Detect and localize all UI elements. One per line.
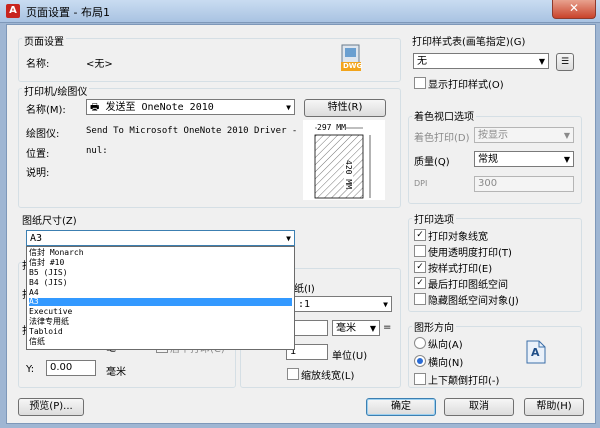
chevron-down-icon: ▼ xyxy=(383,300,388,309)
ok-button[interactable]: 确定 xyxy=(366,398,436,416)
autocad-app-icon: A xyxy=(6,4,20,18)
plot-transparency-label: 使用透明度打印(T) xyxy=(428,248,512,259)
where-label: 位置: xyxy=(26,149,50,160)
offset-y-input[interactable]: 0.00 xyxy=(46,360,96,376)
plot-transparency-checkbox[interactable] xyxy=(414,245,426,257)
dwg-icon-text: DWG xyxy=(343,62,363,70)
help-button[interactable]: 帮助(H) xyxy=(524,398,584,416)
plot-lineweights-checkbox[interactable]: ✓ xyxy=(414,229,426,241)
plot-style-value: 无 xyxy=(417,56,427,67)
preview-button[interactable]: 预览(P)... xyxy=(18,398,84,416)
paper-size-title: 图纸尺寸(Z) xyxy=(22,216,77,227)
dwg-file-icon: DWG xyxy=(340,44,362,72)
list-item[interactable]: B4 (JIS) xyxy=(29,279,292,287)
scale-lineweights-checkbox[interactable] xyxy=(287,368,299,380)
paper-preview: 297 MM 420 MM xyxy=(303,120,385,200)
scale-units-label: 单位(U) xyxy=(332,351,368,362)
portrait-label: 纵向(A) xyxy=(428,340,463,351)
list-item[interactable]: 法律专用纸 xyxy=(29,318,292,326)
plot-style-title: 打印样式表(画笔指定)(G) xyxy=(412,37,526,48)
list-item[interactable]: A4 xyxy=(29,289,292,297)
plot-with-styles-checkbox[interactable]: ✓ xyxy=(414,261,426,273)
display-plot-styles-label: 显示打印样式(O) xyxy=(428,80,504,91)
properties-button[interactable]: 特性(R) xyxy=(304,99,386,117)
printer-name-select[interactable]: 🖶 发送至 OneNote 2010 ▼ xyxy=(86,99,295,115)
hide-paperspace-objects-checkbox[interactable] xyxy=(414,293,426,305)
scale-select[interactable]: :1 ▼ xyxy=(294,296,392,312)
chevron-down-icon: ▼ xyxy=(563,155,570,164)
list-item[interactable]: 信封 #10 xyxy=(29,259,292,267)
quality-label: 质量(Q) xyxy=(414,157,450,168)
scale-lineweights-label: 缩放线宽(L) xyxy=(301,371,355,382)
list-item[interactable]: B5 (JIS) xyxy=(29,269,292,277)
chevron-down-icon: ▼ xyxy=(563,131,570,140)
dpi-input[interactable]: 300 xyxy=(474,176,574,192)
dpi-label: DPI xyxy=(414,179,428,188)
close-icon: ✕ xyxy=(568,1,580,15)
plot-paperspace-last-label: 最后打印图纸空间 xyxy=(428,280,508,291)
description-label: 说明: xyxy=(26,168,50,179)
plot-style-select[interactable]: 无 ▼ xyxy=(413,53,549,69)
chevron-down-icon: ▼ xyxy=(286,103,291,112)
landscape-radio[interactable] xyxy=(414,355,426,367)
paper-size-dropdown-list[interactable]: 信封 Monarch 信封 #10 B5 (JIS) B4 (JIS) A4 A… xyxy=(26,246,295,350)
plot-with-styles-label: 按样式打印(E) xyxy=(428,264,493,275)
landscape-orientation-icon: A xyxy=(526,340,546,364)
plot-options-title: 打印选项 xyxy=(412,211,456,226)
printer-name-value: 发送至 OneNote 2010 xyxy=(105,102,214,113)
offset-y-unit: 毫米 xyxy=(106,367,126,378)
scale-equals: = xyxy=(383,322,392,333)
edit-style-icon: ☰ xyxy=(560,57,570,67)
quality-select[interactable]: 常规 ▼ xyxy=(474,151,574,167)
window-title: 页面设置 - 布局1 xyxy=(26,6,110,19)
plotter-value: Send To Microsoft OneNote 2010 Driver - … xyxy=(86,126,319,136)
printer-icon: 🖶 xyxy=(90,102,100,113)
cancel-button[interactable]: 取消 xyxy=(444,398,514,416)
edit-plot-style-button[interactable]: ☰ xyxy=(556,53,574,71)
shade-plot-value: 按显示 xyxy=(478,130,508,141)
preview-width-label: 297 MM xyxy=(317,123,346,132)
close-button[interactable]: ✕ xyxy=(552,0,596,19)
upside-down-checkbox[interactable] xyxy=(414,373,426,385)
portrait-radio[interactable] xyxy=(414,337,426,349)
offset-y-label: Y: xyxy=(26,364,35,375)
scale-value: :1 xyxy=(298,299,311,310)
plot-lineweights-label: 打印对象线宽 xyxy=(428,232,488,243)
list-item[interactable]: Executive xyxy=(29,308,292,316)
list-item[interactable]: Tabloid xyxy=(29,328,292,336)
preview-height-label: 420 MM xyxy=(344,160,353,189)
list-item[interactable]: 信纸 xyxy=(29,338,292,346)
display-plot-styles-checkbox[interactable] xyxy=(414,77,426,89)
shaded-viewport-title: 着色视口选项 xyxy=(412,108,476,123)
chevron-down-icon: ▼ xyxy=(286,234,291,243)
plot-paperspace-last-checkbox[interactable]: ✓ xyxy=(414,277,426,289)
list-item[interactable]: 信封 Monarch xyxy=(29,249,292,257)
page-setup-title: 页面设置 xyxy=(22,33,66,48)
orientation-icon-letter: A xyxy=(531,346,540,359)
plotter-label: 绘图仪: xyxy=(26,129,60,140)
scale-unit-select[interactable]: 毫米 ▼ xyxy=(332,320,380,336)
chevron-down-icon: ▼ xyxy=(369,324,376,333)
where-value: nul: xyxy=(86,146,108,156)
scale-title-partial: 纸(I) xyxy=(294,284,315,295)
printer-group-title: 打印机/绘图仪 xyxy=(22,83,90,98)
chevron-down-icon: ▼ xyxy=(538,57,545,66)
upside-down-label: 上下颠倒打印(-) xyxy=(428,376,500,387)
paper-size-value: A3 xyxy=(30,233,43,244)
scale-unit-value: 毫米 xyxy=(336,323,356,334)
landscape-label: 横向(N) xyxy=(428,358,464,369)
page-setup-name-value: <无> xyxy=(86,59,113,70)
hide-paperspace-objects-label: 隐藏图纸空间对象(J) xyxy=(428,296,519,307)
shade-plot-label: 着色打印(D) xyxy=(414,133,470,144)
scale-paper-input[interactable] xyxy=(294,320,328,336)
paper-size-select[interactable]: A3 ▼ xyxy=(26,230,295,246)
orientation-title: 图形方向 xyxy=(412,319,456,334)
quality-value: 常规 xyxy=(478,154,498,165)
shade-plot-select[interactable]: 按显示 ▼ xyxy=(474,127,574,143)
printer-name-label: 名称(M): xyxy=(26,105,66,116)
page-setup-name-label: 名称: xyxy=(26,59,50,70)
list-item-selected[interactable]: A3 xyxy=(29,298,292,306)
